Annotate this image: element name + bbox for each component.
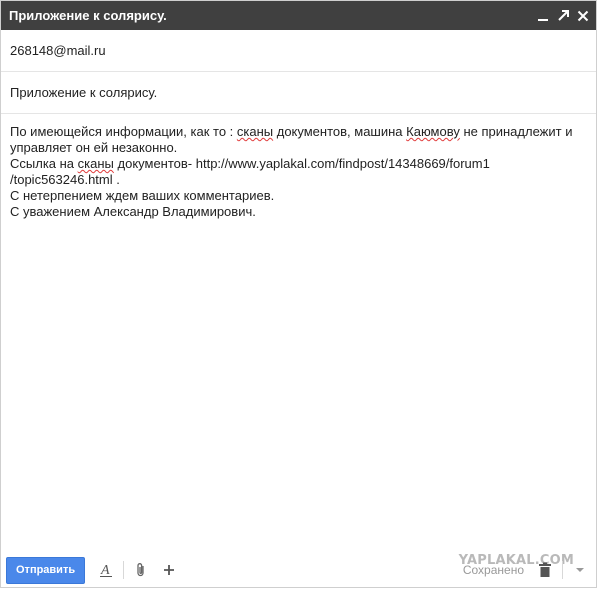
paperclip-icon[interactable] bbox=[130, 559, 152, 581]
body-line-6: С уважением Александр Владимирович. bbox=[10, 204, 256, 219]
window-controls bbox=[536, 9, 590, 23]
compose-window: Приложение к солярису. 268148@mail.ru Пр… bbox=[0, 0, 597, 588]
minimize-icon[interactable] bbox=[536, 9, 550, 23]
misspelled-word: сканы bbox=[77, 156, 114, 171]
recipient-address: 268148@mail.ru bbox=[10, 43, 106, 58]
body-text: Ссылка на bbox=[10, 156, 78, 171]
body-text: документов, машина bbox=[273, 124, 407, 139]
subject-field[interactable]: Приложение к солярису. bbox=[1, 72, 596, 114]
misspelled-word: сканы bbox=[236, 124, 274, 139]
saved-status: Сохранено bbox=[462, 563, 524, 577]
text-format-icon[interactable]: A bbox=[95, 559, 117, 581]
toolbar-divider bbox=[123, 561, 125, 579]
body-line-2: управляет он ей незаконно. bbox=[10, 140, 178, 155]
popout-icon[interactable] bbox=[556, 9, 570, 23]
toolbar-divider bbox=[562, 561, 563, 579]
body-line-1: По имеющейся информации, как то : сканы … bbox=[10, 124, 587, 140]
compose-toolbar: Отправить A Сохранено bbox=[1, 553, 596, 587]
compose-title: Приложение к солярису. bbox=[9, 8, 167, 23]
body-text: По имеющейся информации, как то : bbox=[10, 124, 237, 139]
svg-text:A: A bbox=[100, 563, 110, 578]
body-text: не принадлежит и bbox=[459, 124, 573, 139]
body-line-4: /topic563246.html . bbox=[10, 172, 120, 187]
message-body[interactable]: По имеющейся информации, как то : сканы … bbox=[1, 114, 596, 552]
send-button[interactable]: Отправить bbox=[6, 556, 86, 584]
body-line-5: С нетерпением ждем ваших комментариев. bbox=[10, 188, 275, 203]
body-line-3: Ссылка на сканы документов- http://www.y… bbox=[10, 156, 587, 172]
body-link-text: документов- http://www.yaplakal.com/find… bbox=[113, 156, 490, 171]
plus-icon[interactable] bbox=[158, 559, 180, 581]
to-field[interactable]: 268148@mail.ru bbox=[1, 30, 596, 72]
close-icon[interactable] bbox=[576, 9, 590, 23]
trash-icon[interactable] bbox=[534, 559, 556, 581]
misspelled-word: Каюмову bbox=[406, 124, 460, 139]
subject-text: Приложение к солярису. bbox=[10, 85, 158, 100]
dropdown-arrow-icon[interactable] bbox=[569, 559, 591, 581]
compose-titlebar[interactable]: Приложение к солярису. bbox=[1, 1, 596, 30]
